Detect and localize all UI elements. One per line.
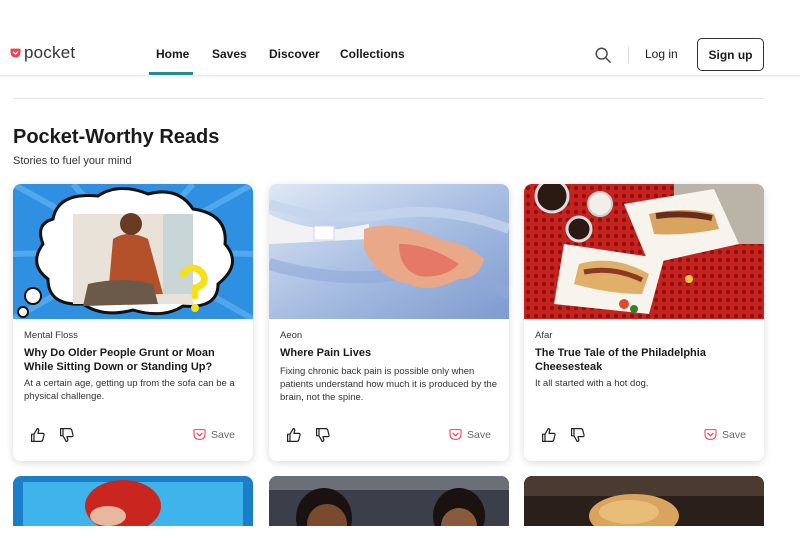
save-button[interactable]: Save bbox=[449, 428, 491, 441]
nav-collections[interactable]: Collections bbox=[340, 47, 405, 61]
pocket-save-icon bbox=[449, 429, 462, 440]
story-excerpt: Fixing chronic back pain is possible onl… bbox=[280, 366, 498, 403]
signup-button[interactable]: Sign up bbox=[697, 38, 764, 71]
story-excerpt: It all started with a hot dog. bbox=[535, 378, 649, 389]
story-actions: Save bbox=[524, 427, 764, 447]
save-label: Save bbox=[722, 428, 746, 441]
story-actions: Save bbox=[13, 427, 253, 447]
story-thumbnail-image bbox=[269, 184, 509, 319]
nav-active-indicator bbox=[149, 72, 193, 75]
nav-saves[interactable]: Saves bbox=[212, 47, 247, 61]
page-subtitle: Stories to fuel your mind bbox=[13, 155, 132, 167]
thumbs-up-icon[interactable] bbox=[30, 427, 46, 443]
thumbs-up-icon[interactable] bbox=[541, 427, 557, 443]
login-link[interactable]: Log in bbox=[645, 47, 678, 61]
pocket-wordmark: pocket bbox=[24, 43, 76, 62]
story-title[interactable]: Where Pain Lives bbox=[280, 346, 502, 360]
story-publisher: Aeon bbox=[280, 330, 303, 341]
site-header: pocket Home Saves Discover Collections L… bbox=[0, 0, 800, 76]
save-button[interactable]: Save bbox=[704, 428, 746, 441]
save-button[interactable]: Save bbox=[193, 428, 235, 441]
story-card[interactable]: Mental Floss Why Do Older People Grunt o… bbox=[13, 184, 253, 461]
story-thumbnail-image bbox=[13, 184, 253, 319]
pocket-logo-icon bbox=[10, 48, 21, 57]
thumbs-up-icon[interactable] bbox=[286, 427, 302, 443]
story-thumbnail-image bbox=[13, 476, 253, 526]
story-card-partial[interactable] bbox=[13, 476, 253, 526]
nav-home[interactable]: Home bbox=[156, 47, 189, 61]
story-card[interactable]: Aeon Where Pain Lives Fixing chronic bac… bbox=[269, 184, 509, 461]
pocket-save-icon bbox=[193, 429, 206, 440]
page-title: Pocket-Worthy Reads bbox=[13, 126, 220, 148]
thumbs-down-icon[interactable] bbox=[570, 427, 586, 443]
story-thumbnail-image bbox=[524, 476, 764, 526]
nav-discover[interactable]: Discover bbox=[269, 47, 320, 61]
story-card[interactable]: Afar The True Tale of the Philadelphia C… bbox=[524, 184, 764, 461]
story-title[interactable]: Why Do Older People Grunt or Moan While … bbox=[24, 346, 246, 374]
story-publisher: Mental Floss bbox=[24, 330, 78, 341]
save-label: Save bbox=[211, 428, 235, 441]
section-divider bbox=[13, 98, 764, 99]
story-publisher: Afar bbox=[535, 330, 553, 341]
story-title[interactable]: The True Tale of the Philadelphia Cheese… bbox=[535, 346, 757, 374]
story-thumbnail-image bbox=[269, 476, 509, 526]
save-label: Save bbox=[467, 428, 491, 441]
story-excerpt: At a certain age, getting up from the so… bbox=[24, 378, 235, 402]
story-thumbnail[interactable] bbox=[524, 184, 764, 319]
pocket-save-icon bbox=[704, 429, 717, 440]
story-thumbnail[interactable] bbox=[13, 184, 253, 319]
story-actions: Save bbox=[269, 427, 509, 447]
header-divider bbox=[628, 47, 629, 63]
pocket-logo[interactable]: pocket bbox=[10, 44, 75, 61]
thumbs-down-icon[interactable] bbox=[315, 427, 331, 443]
story-card-partial[interactable] bbox=[524, 476, 764, 526]
thumbs-down-icon[interactable] bbox=[59, 427, 75, 443]
story-thumbnail-image bbox=[524, 184, 764, 319]
story-card-partial[interactable] bbox=[269, 476, 509, 526]
story-thumbnail[interactable] bbox=[269, 184, 509, 319]
search-icon[interactable] bbox=[594, 46, 612, 64]
